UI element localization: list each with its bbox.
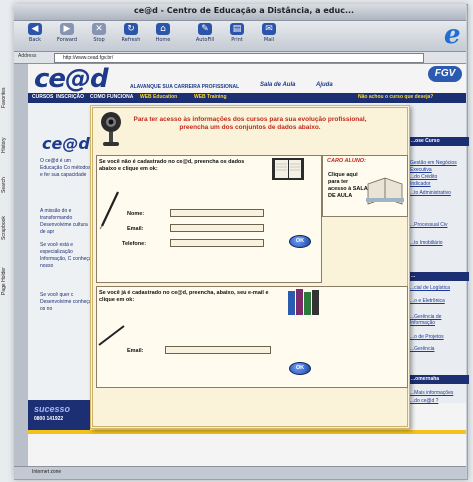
- address-bar: Address http://www.cead.fgv.br/: [14, 52, 466, 64]
- site-logo[interactable]: ce@d: [34, 64, 109, 94]
- pen-icon: [98, 325, 125, 346]
- existing-user-instructions: Se você já é cadastrado no ce@d, preench…: [99, 290, 269, 303]
- webcam-icon: [101, 112, 121, 146]
- right-link[interactable]: ...to Imobiliário: [410, 240, 465, 246]
- email-label: Email:: [127, 226, 144, 232]
- right-heading-2: ...: [408, 272, 469, 281]
- right-link[interactable]: ...to Administrativo: [410, 190, 465, 196]
- left-text-4: Se você quer c Desenvolvime conheça os n…: [40, 292, 92, 312]
- right-link[interactable]: Executiva: [410, 167, 465, 173]
- window-title: ce@d - Centro de Educação a Distância, a…: [134, 6, 355, 15]
- phone-label: Telefone:: [122, 241, 147, 247]
- sucesso-text: sucesso: [34, 404, 71, 414]
- phone-number: 0800 141922: [34, 416, 64, 422]
- right-link[interactable]: ...cial de Logística: [410, 285, 465, 291]
- tab-scrapbook[interactable]: Scrapbook: [1, 206, 13, 250]
- binders-icon: [288, 289, 319, 315]
- fgv-logo[interactable]: FGV: [428, 66, 462, 82]
- nav-como-funciona[interactable]: COMO FUNCIONA: [90, 94, 133, 100]
- address-label: Address: [18, 53, 37, 59]
- nav-web-education[interactable]: WEB Education: [140, 94, 177, 100]
- print-button[interactable]: ▤ Print: [224, 23, 250, 43]
- existing-email-input[interactable]: [165, 346, 271, 354]
- autofill-button[interactable]: ✎ AutoFill: [192, 23, 218, 43]
- name-input[interactable]: [170, 209, 264, 217]
- back-icon: ◀: [28, 23, 42, 35]
- refresh-icon: ↻: [124, 23, 138, 35]
- right-heading-1: ...ose Curso: [408, 137, 469, 146]
- status-bar: Internet zone: [14, 466, 466, 479]
- phone-input[interactable]: [170, 239, 264, 247]
- email-input[interactable]: [170, 224, 264, 232]
- notebook-icon: [272, 158, 304, 180]
- site-tagline: ALAVANQUE SUA CARREIRA PROFISSIONAL: [130, 84, 240, 90]
- explorer-sidebar-tabs: [14, 64, 29, 469]
- nav-cursos[interactable]: CURSOS: [32, 94, 53, 100]
- stop-icon: ✕: [92, 23, 106, 35]
- right-link[interactable]: ...do Crédito: [410, 174, 465, 180]
- left-text-1: O ce@d é um Educação Co métodos e fer su…: [40, 158, 91, 178]
- pen-icon: [99, 191, 119, 230]
- home-icon: ⌂: [156, 23, 170, 35]
- caro-aluno-link[interactable]: Clique aqui para ter acesso à SALA DE AU…: [328, 172, 368, 200]
- nav-question[interactable]: Não achou o curso que deseja?: [358, 94, 433, 100]
- autofill-icon: ✎: [198, 23, 212, 35]
- left-text-3: Se você está e especialização Informação…: [40, 242, 92, 269]
- mail-icon: ✉: [262, 23, 276, 35]
- right-link[interactable]: ...Gerência de Informação: [410, 314, 465, 326]
- tab-page-holder[interactable]: Page Holder: [1, 256, 13, 306]
- right-link[interactable]: ...Gerência: [410, 346, 465, 352]
- right-column: [406, 103, 466, 403]
- right-link[interactable]: ...Processual Civ: [410, 222, 465, 228]
- nav-web-training[interactable]: WEB Training: [194, 94, 227, 100]
- stop-button[interactable]: ✕ Stop: [86, 23, 112, 43]
- right-link[interactable]: ...o e Eletrônica: [410, 298, 465, 304]
- sala-de-aula-link[interactable]: Sala de Aula: [260, 82, 295, 88]
- tab-history[interactable]: History: [1, 128, 13, 162]
- browser-toolbar: ◀ Back ▶ Forward ✕ Stop ↻ Refresh ⌂ Home ✎ Aut…: [14, 21, 466, 52]
- right-link[interactable]: ...o de Projetos: [410, 334, 465, 340]
- content-logo: ce@d: [42, 134, 90, 153]
- right-link[interactable]: ...Mais informações: [410, 390, 465, 396]
- browser-logo-icon: e: [444, 20, 461, 50]
- mail-button[interactable]: ✉ Mail: [256, 23, 282, 43]
- forward-icon: ▶: [60, 23, 74, 35]
- open-book-icon: [366, 177, 404, 205]
- address-input[interactable]: http://www.cead.fgv.br/: [54, 53, 424, 63]
- name-label: Nome:: [127, 211, 145, 217]
- print-icon: ▤: [230, 23, 244, 35]
- caro-aluno-title: CARO ALUNO:: [327, 158, 366, 164]
- refresh-button[interactable]: ↻ Refresh: [118, 23, 144, 43]
- left-text-2: A missão do e transformando Desenvolvime…: [40, 208, 88, 235]
- status-text: Internet zone: [32, 469, 62, 475]
- back-button[interactable]: ◀ Back: [22, 23, 48, 43]
- popup-title: Para ter acesso às informações dos curso…: [133, 116, 367, 131]
- right-link[interactable]: Indicador: [410, 181, 465, 187]
- right-link[interactable]: Gestão em Negócios: [410, 160, 465, 166]
- nav-inscricao[interactable]: INSCRIÇÃO: [56, 94, 84, 100]
- home-button[interactable]: ⌂ Home: [150, 23, 176, 43]
- new-user-ok-button[interactable]: OK: [289, 235, 311, 248]
- existing-user-ok-button[interactable]: OK: [289, 362, 311, 375]
- right-heading-3: ...omernaha: [408, 375, 469, 384]
- forward-button[interactable]: ▶ Forward: [54, 23, 80, 43]
- title-bar: ce@d - Centro de Educação a Distância, a…: [14, 4, 466, 21]
- site-nav: CURSOS INSCRIÇÃO COMO FUNCIONA WEB Educa…: [28, 93, 466, 103]
- new-user-instructions: Se você não é cadastrado no ce@d, preenc…: [99, 159, 245, 172]
- existing-email-label: Email:: [127, 348, 144, 354]
- tab-search[interactable]: Search: [1, 170, 13, 200]
- tab-favorites[interactable]: Favorites: [1, 76, 13, 120]
- ajuda-link[interactable]: Ajuda: [316, 82, 333, 88]
- yellow-divider: [28, 430, 466, 434]
- right-link[interactable]: ...do ce@d ?: [410, 398, 465, 404]
